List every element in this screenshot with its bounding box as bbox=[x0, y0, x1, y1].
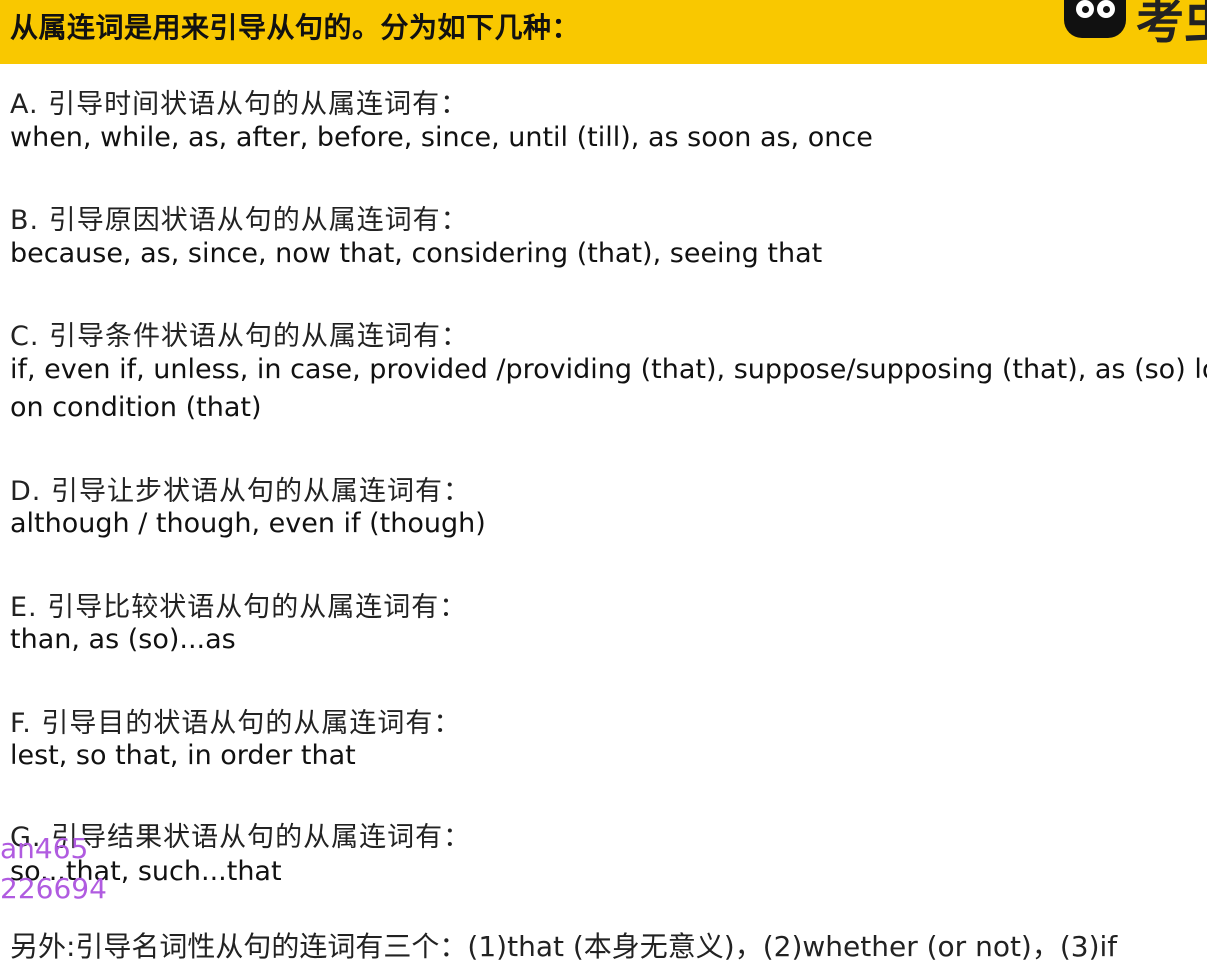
section-a-heading: A. 引导时间状语从句的从属连词有： bbox=[10, 89, 469, 120]
title-banner: 从属连词是用来引导从句的。分为如下几种： 考虫 bbox=[0, 0, 1207, 64]
footer-note: 另外:引导名词性从句的连词有三个：(1)that (本身无意义)，(2)whet… bbox=[10, 930, 1118, 963]
section-e-heading: E. 引导比较状语从句的从属连词有： bbox=[10, 592, 468, 623]
section-f-conjunctions: lest, so that, in order that bbox=[10, 740, 356, 771]
section-c-conjunctions-line2: on condition (that) bbox=[10, 392, 262, 423]
section-d-conjunctions: although / though, even if (though) bbox=[10, 508, 486, 539]
logo-left-eye-icon bbox=[1076, 0, 1094, 18]
section-d-heading: D. 引导让步状语从句的从属连词有： bbox=[10, 476, 471, 507]
slide-page: 从属连词是用来引导从句的。分为如下几种： 考虫 A. 引导时间状语从句的从属连词… bbox=[0, 0, 1207, 973]
section-f-heading: F. 引导目的状语从句的从属连词有： bbox=[10, 708, 462, 739]
kaochong-logo-icon bbox=[1064, 0, 1126, 38]
logo-right-eye-icon bbox=[1097, 0, 1115, 18]
section-b-conjunctions: because, as, since, now that, considerin… bbox=[10, 238, 823, 269]
logo-text: 考虫 bbox=[1136, 0, 1207, 50]
section-e-conjunctions: than, as (so)...as bbox=[10, 624, 236, 655]
watermark-line1: an465 bbox=[0, 832, 89, 865]
section-c-conjunctions-line1: if, even if, unless, in case, provided /… bbox=[10, 354, 1207, 385]
page-title: 从属连词是用来引导从句的。分为如下几种： bbox=[10, 11, 581, 44]
watermark-line2: 226694 bbox=[0, 872, 107, 905]
section-a-conjunctions: when, while, as, after, before, since, u… bbox=[10, 122, 873, 153]
section-b-heading: B. 引导原因状语从句的从属连词有： bbox=[10, 205, 469, 236]
section-c-heading: C. 引导条件状语从句的从属连词有： bbox=[10, 321, 470, 352]
